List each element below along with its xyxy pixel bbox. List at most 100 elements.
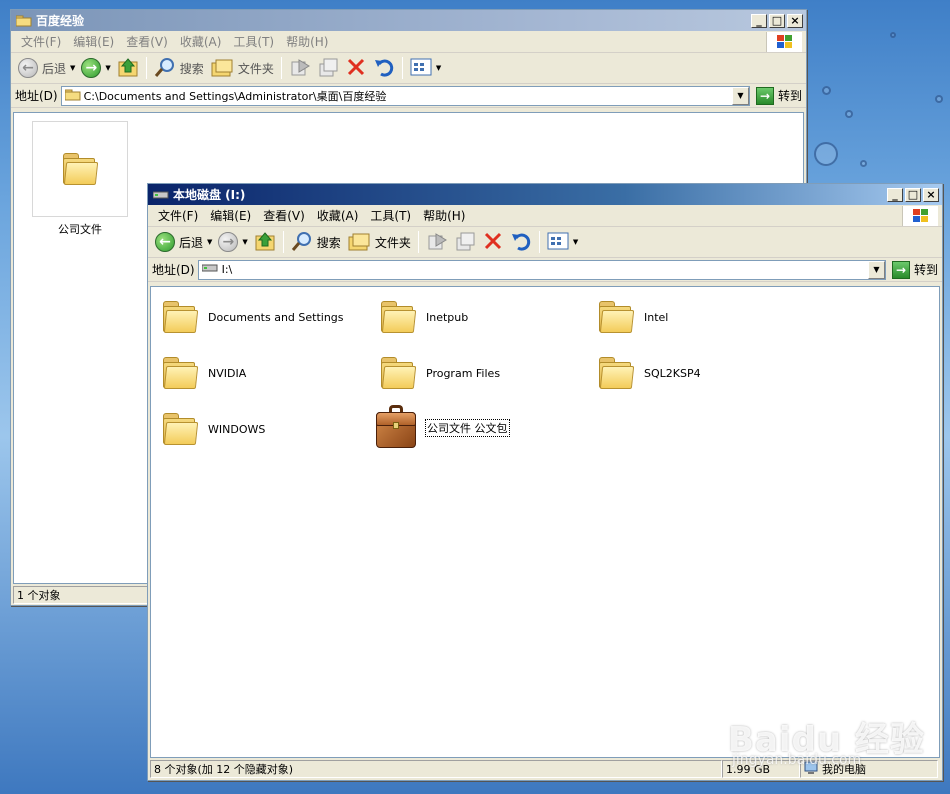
address-input[interactable]: C:\Documents and Settings\Administrator\… [60, 85, 750, 106]
folder-item[interactable]: WINDOWS [161, 411, 265, 447]
go-label: 转到 [777, 89, 802, 103]
windows-logo-icon [902, 206, 938, 226]
folder-item[interactable]: SQL2KSP4 [597, 355, 701, 391]
briefcase-label: 公司文件 公文包 [425, 419, 510, 437]
folder-item[interactable]: Intel [597, 299, 668, 335]
close-button[interactable]: × [787, 13, 803, 28]
thumbnail-frame [32, 121, 128, 217]
undo-button[interactable] [507, 229, 535, 255]
menu-edit[interactable]: 编辑(E) [204, 207, 257, 224]
back-button[interactable]: ← 后退 ▼ [15, 55, 78, 81]
windows-logo-icon [766, 32, 802, 52]
folders-button[interactable]: 文件夹 [207, 55, 277, 81]
back-arrow-icon: ← [155, 232, 175, 252]
address-input[interactable]: I:\ ▼ [197, 259, 886, 280]
folder-label: Inetpub [426, 310, 469, 324]
undo-button[interactable] [370, 55, 398, 81]
back-window-title: 百度经验 [36, 14, 85, 28]
menu-favorites[interactable]: 收藏(A) [311, 207, 365, 224]
go-button[interactable]: → 转到 [891, 260, 938, 279]
views-button[interactable]: ▼ [544, 229, 581, 255]
menu-view[interactable]: 查看(V) [257, 207, 311, 224]
back-window-titlebar[interactable]: 百度经验 _ □ × [11, 10, 806, 31]
menu-edit[interactable]: 编辑(E) [67, 33, 120, 50]
forward-button[interactable]: → ▼ [215, 229, 250, 255]
address-dropdown-button[interactable]: ▼ [731, 86, 749, 105]
watermark-url: jingyan.baidu.com [732, 752, 862, 768]
delete-button[interactable] [479, 229, 507, 255]
folder-icon [379, 355, 417, 391]
search-icon [154, 56, 176, 81]
dropdown-arrow-icon[interactable]: ▼ [436, 64, 441, 72]
menu-file[interactable]: 文件(F) [15, 33, 67, 50]
desktop-bubble [935, 95, 943, 103]
maximize-button[interactable]: □ [905, 187, 921, 202]
address-label: 地址(D) [152, 263, 195, 277]
copy-to-icon [317, 56, 339, 81]
forward-button[interactable]: → ▼ [78, 55, 113, 81]
views-icon [547, 231, 569, 254]
desktop-bubble [890, 32, 896, 38]
search-button[interactable]: 搜索 [151, 55, 207, 81]
minimize-button[interactable]: _ [887, 187, 903, 202]
close-button[interactable]: × [923, 187, 939, 202]
menu-favorites[interactable]: 收藏(A) [174, 33, 228, 50]
go-button[interactable]: → 转到 [755, 86, 802, 105]
menu-tools[interactable]: 工具(T) [227, 33, 280, 50]
front-window-titlebar[interactable]: 本地磁盘 (I:) _ □ × [148, 184, 942, 205]
folders-button[interactable]: 文件夹 [344, 229, 414, 255]
folder-item[interactable]: NVIDIA [161, 355, 246, 391]
folder-icon [161, 411, 199, 447]
menu-file[interactable]: 文件(F) [152, 207, 204, 224]
briefcase-icon [375, 405, 419, 451]
dropdown-arrow-icon[interactable]: ▼ [242, 238, 247, 246]
folder-label: NVIDIA [208, 366, 247, 380]
move-to-icon [426, 230, 448, 255]
menu-view[interactable]: 查看(V) [120, 33, 174, 50]
folders-icon [210, 56, 234, 81]
delete-x-icon [482, 230, 504, 255]
folder-label: Program Files [426, 366, 501, 380]
toolbar-separator [282, 231, 284, 253]
back-button[interactable]: ← 后退 ▼ [152, 229, 215, 255]
back-arrow-icon: ← [18, 58, 38, 78]
folder-item[interactable]: Program Files [379, 355, 500, 391]
toolbar-separator [280, 57, 282, 79]
briefcase-item[interactable]: 公司文件 公文包 [375, 405, 510, 451]
dropdown-arrow-icon[interactable]: ▼ [573, 238, 578, 246]
address-dropdown-button[interactable]: ▼ [867, 260, 885, 279]
front-address-bar: 地址(D) I:\ ▼ → 转到 [148, 258, 942, 282]
front-menubar: 文件(F) 编辑(E) 查看(V) 收藏(A) 工具(T) 帮助(H) [148, 205, 942, 227]
menu-tools[interactable]: 工具(T) [364, 207, 417, 224]
move-to-button[interactable] [423, 229, 451, 255]
views-button[interactable]: ▼ [407, 55, 444, 81]
go-arrow-icon: → [755, 86, 774, 105]
folder-icon [161, 299, 199, 335]
toolbar-separator [417, 231, 419, 253]
address-value: C:\Documents and Settings\Administrator\… [83, 89, 387, 103]
menu-help[interactable]: 帮助(H) [417, 207, 471, 224]
folder-item[interactable]: 公司文件 [32, 121, 128, 237]
copy-to-button[interactable] [451, 229, 479, 255]
dropdown-arrow-icon[interactable]: ▼ [207, 238, 212, 246]
up-button[interactable] [251, 229, 279, 255]
delete-button[interactable] [342, 55, 370, 81]
move-to-button[interactable] [286, 55, 314, 81]
maximize-button[interactable]: □ [769, 13, 785, 28]
folder-item[interactable]: Inetpub [379, 299, 468, 335]
go-arrow-icon: → [891, 260, 910, 279]
front-file-view[interactable]: Documents and Settings Inetpub Intel NVI… [150, 286, 940, 758]
folder-up-icon [254, 230, 276, 255]
copy-to-button[interactable] [314, 55, 342, 81]
up-button[interactable] [114, 55, 142, 81]
menu-help[interactable]: 帮助(H) [280, 33, 334, 50]
dropdown-arrow-icon[interactable]: ▼ [105, 64, 110, 72]
folder-item[interactable]: Documents and Settings [161, 299, 344, 335]
toolbar-separator [401, 57, 403, 79]
front-explorer-window[interactable]: 本地磁盘 (I:) _ □ × 文件(F) 编辑(E) 查看(V) 收藏(A) … [147, 183, 943, 781]
back-toolbar: ← 后退 ▼ → ▼ 搜索 文件夹 ▼ [11, 53, 806, 84]
minimize-button[interactable]: _ [751, 13, 767, 28]
search-button[interactable]: 搜索 [288, 229, 344, 255]
dropdown-arrow-icon[interactable]: ▼ [70, 64, 75, 72]
folder-icon [61, 151, 99, 187]
